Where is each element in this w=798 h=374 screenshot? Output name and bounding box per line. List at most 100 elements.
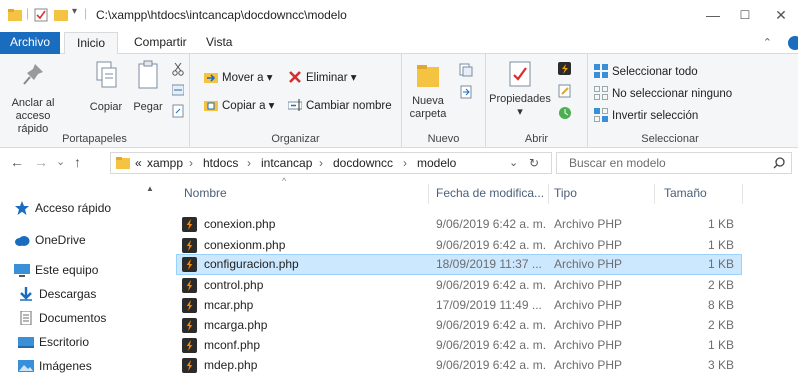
recent-locations-button[interactable]: ⌄ (56, 155, 65, 168)
file-row[interactable]: mconf.php 9/06/2019 6:42 a. m. Archivo P… (176, 335, 742, 356)
search-icon (773, 157, 785, 169)
column-header-date[interactable]: Fecha de modifica... (436, 186, 544, 200)
download-icon (20, 287, 32, 301)
new-folder-quick-icon[interactable] (54, 8, 68, 22)
column-header-type[interactable]: Tipo (554, 186, 577, 200)
refresh-button[interactable]: ↻ (529, 156, 539, 170)
nav-item-pictures[interactable]: Imágenes (18, 356, 92, 374)
star-icon (15, 201, 29, 215)
select-none-button[interactable]: No seleccionar ninguno (594, 84, 732, 104)
close-button[interactable]: ✕ (766, 4, 796, 26)
history-icon[interactable] (558, 106, 572, 120)
file-size: 1 KB (707, 238, 734, 252)
organize-group: Mover a ▾ Copiar a ▾ Eliminar ▾ Cambiar … (190, 54, 402, 148)
file-name: mcar.php (204, 298, 254, 312)
file-row-selected[interactable]: configuracion.php 18/09/2019 11:37 ... A… (176, 254, 742, 275)
ribbon-collapse-icon[interactable]: ⌃ (763, 36, 772, 49)
copy-to-button[interactable]: Copiar a ▾ (204, 96, 274, 116)
forward-button[interactable]: → (34, 154, 48, 170)
sort-ascending-icon: ^ (282, 176, 287, 186)
select-all-button[interactable]: Seleccionar todo (594, 62, 698, 82)
address-dropdown-icon[interactable]: ⌄ (509, 156, 518, 169)
copy-path-icon[interactable] (172, 84, 184, 96)
breadcrumb-modelo[interactable]: modelo (417, 156, 456, 170)
file-row[interactable]: conexionm.php 9/06/2019 6:42 a. m. Archi… (176, 235, 742, 256)
tab-compartir[interactable]: Compartir (126, 32, 195, 54)
copy-button[interactable]: Copiar (88, 60, 124, 114)
tab-inicio[interactable]: Inicio (64, 32, 118, 55)
new-item-icon[interactable] (458, 62, 474, 78)
easy-access-icon[interactable] (458, 84, 474, 100)
file-type: Archivo PHP (554, 257, 623, 271)
up-button[interactable]: ↑ (74, 154, 81, 170)
php-file-icon (182, 298, 197, 313)
file-type: Archivo PHP (554, 298, 623, 312)
help-icon[interactable] (788, 36, 798, 50)
file-row[interactable]: conexion.php 9/06/2019 6:42 a. m. Archiv… (176, 214, 742, 235)
properties-quick-icon[interactable] (34, 8, 48, 22)
maximize-button[interactable]: ☐ (730, 4, 760, 26)
breadcrumb-xampp[interactable]: xampp (147, 156, 183, 170)
navigation-pane: ▲ Acceso rápido OneDrive Este equipo Des… (0, 178, 170, 374)
paste-button[interactable]: Pegar (130, 60, 166, 114)
pin-quick-access-button[interactable]: Anclar al acceso rápido (4, 62, 62, 136)
file-name: mconf.php (204, 338, 261, 352)
search-input[interactable]: Buscar en modelo (556, 152, 792, 174)
nav-scroll-up-icon[interactable]: ▲ (146, 184, 154, 193)
select-all-icon (594, 64, 608, 78)
invert-selection-button[interactable]: Invertir selección (594, 106, 698, 126)
edit-icon[interactable] (558, 84, 572, 98)
open-with-icon[interactable] (558, 62, 574, 76)
nav-item-desktop[interactable]: Escritorio (18, 332, 89, 352)
nav-item-onedrive[interactable]: OneDrive (14, 230, 86, 250)
php-file-icon (182, 318, 197, 333)
address-bar[interactable]: « xampp › htdocs › intcancap › docdowncc… (110, 152, 552, 174)
customize-quick-access-icon[interactable]: ▾ (72, 6, 77, 17)
paste-icon (138, 60, 158, 89)
pictures-icon (18, 360, 34, 372)
computer-icon (14, 264, 30, 277)
breadcrumb-htdocs[interactable]: htdocs (203, 156, 238, 170)
file-type: Archivo PHP (554, 338, 623, 352)
new-group: Nueva carpeta Nuevo (402, 54, 486, 148)
delete-icon (289, 71, 301, 83)
file-type: Archivo PHP (554, 238, 623, 252)
file-type: Archivo PHP (554, 318, 623, 332)
breadcrumb-docdowncc[interactable]: docdowncc (333, 156, 393, 170)
file-date: 9/06/2019 6:42 a. m. (436, 238, 547, 252)
cloud-icon (15, 236, 30, 246)
file-row[interactable]: mcarga.php 9/06/2019 6:42 a. m. Archivo … (176, 315, 742, 336)
file-type: Archivo PHP (554, 278, 623, 292)
nav-item-downloads[interactable]: Descargas (18, 284, 96, 304)
breadcrumb-overflow[interactable]: « (135, 156, 142, 170)
properties-button[interactable]: Propiedades ▾ (488, 60, 552, 119)
window-title: C:\xampp\htdocs\intcancap\docdowncc\mode… (96, 8, 347, 22)
file-type: Archivo PHP (554, 217, 623, 231)
properties-icon (509, 61, 531, 87)
file-row[interactable]: control.php 9/06/2019 6:42 a. m. Archivo… (176, 275, 742, 296)
file-name: control.php (204, 278, 264, 292)
nav-item-documents[interactable]: Documentos (18, 308, 106, 328)
nav-item-this-pc[interactable]: Este equipo (14, 260, 98, 280)
move-to-button[interactable]: Mover a ▾ (204, 68, 273, 88)
column-header-name[interactable]: Nombre (184, 186, 227, 200)
file-row[interactable]: mdep.php 9/06/2019 6:42 a. m. Archivo PH… (176, 355, 742, 374)
back-button[interactable]: ← (10, 154, 24, 170)
tab-archivo[interactable]: Archivo (0, 32, 60, 54)
file-size: 2 KB (707, 318, 734, 332)
folder-icon (116, 157, 130, 169)
minimize-button[interactable]: — (698, 4, 728, 26)
column-header-size[interactable]: Tamaño (664, 186, 707, 200)
nav-item-quick-access[interactable]: Acceso rápido (14, 198, 111, 218)
cut-icon[interactable] (172, 62, 184, 76)
file-list: ^ Nombre Fecha de modifica... Tipo Tamañ… (170, 176, 798, 374)
delete-button[interactable]: Eliminar ▾ (288, 68, 357, 88)
rename-button[interactable]: Cambiar nombre (288, 96, 392, 116)
new-folder-button[interactable]: Nueva carpeta (408, 62, 448, 121)
paste-shortcut-icon[interactable] (172, 104, 184, 118)
tab-vista[interactable]: Vista (198, 32, 240, 54)
php-file-icon (182, 338, 197, 353)
file-date: 17/09/2019 11:49 ... (436, 298, 542, 312)
breadcrumb-intcancap[interactable]: intcancap (261, 156, 312, 170)
file-row[interactable]: mcar.php 17/09/2019 11:49 ... Archivo PH… (176, 295, 742, 316)
